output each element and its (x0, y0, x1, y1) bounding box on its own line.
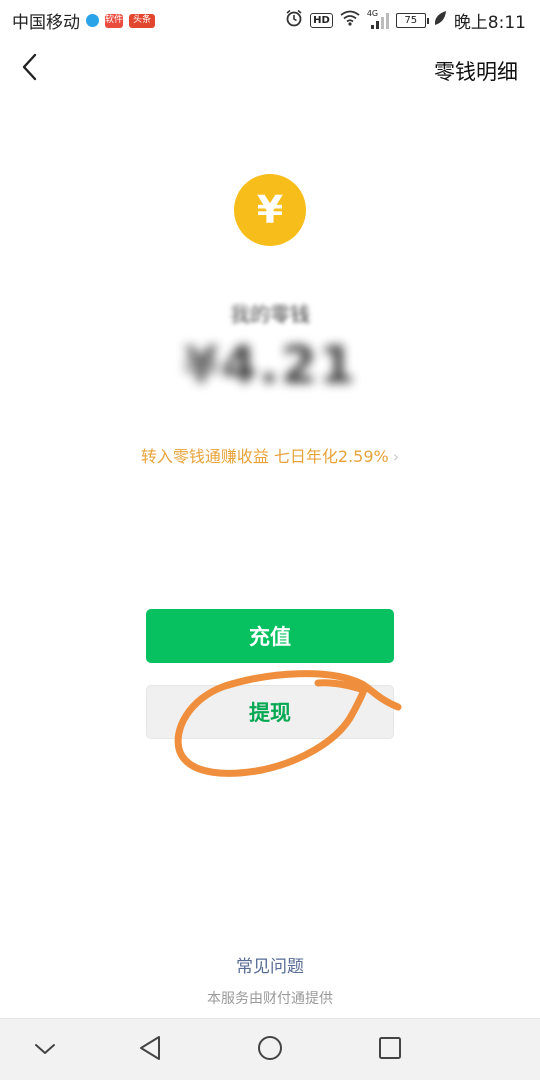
yuan-coin-icon: ¥ (234, 174, 306, 246)
carrier-name: 中国移动 (12, 13, 80, 33)
square-recents-icon (378, 1036, 402, 1064)
status-bar-right: HD 4G 75 晚上8:11 (285, 8, 526, 33)
system-nav-bar (0, 1018, 540, 1080)
battery-icon: 75 (395, 13, 429, 28)
clock-time: 晚上8:11 (453, 13, 526, 33)
nav-recents-button[interactable] (373, 1033, 407, 1067)
notification-news-badge: 头条 (129, 13, 155, 28)
hand-drawn-circle-annotation (174, 670, 402, 777)
notification-app-badge: 软件 (105, 13, 123, 28)
triangle-back-icon (138, 1035, 162, 1065)
cellular-signal-icon: 4G (367, 9, 389, 30)
recharge-button[interactable]: 充值 (146, 609, 394, 663)
circle-home-icon (257, 1035, 283, 1065)
promo-text: 转入零钱通赚收益 七日年化2.59% (140, 447, 389, 466)
withdraw-button[interactable]: 提现 (146, 685, 394, 739)
withdraw-button-label: 提现 (249, 701, 291, 725)
back-button[interactable] (14, 52, 44, 86)
nav-back-button[interactable] (133, 1033, 167, 1067)
recharge-button-label: 充值 (249, 625, 291, 649)
page-title[interactable]: 零钱明细 (434, 56, 518, 86)
balance-label: 我的零钱 (230, 302, 310, 326)
hd-badge: HD (310, 13, 333, 28)
alarm-icon (285, 9, 303, 32)
balance-amount: ¥4.21 (182, 336, 358, 396)
lingqiantong-promo-link[interactable]: 转入零钱通赚收益 七日年化2.59% › (0, 443, 540, 467)
service-provider-note: 本服务由财付通提供 (207, 991, 333, 1007)
nav-hide-button[interactable] (28, 1033, 62, 1067)
chevron-down-icon (34, 1041, 56, 1060)
nav-home-button[interactable] (253, 1033, 287, 1067)
battery-level: 75 (404, 15, 418, 26)
faq-link[interactable]: 常见问题 (0, 952, 540, 977)
status-bar-left: 中国移动 软件 头条 (12, 8, 155, 33)
status-bar: 中国移动 软件 头条 HD 4G 75 晚上8:11 (0, 0, 540, 38)
leaf-icon (433, 10, 447, 31)
coin-symbol: ¥ (256, 188, 284, 232)
chevron-right-icon: › (392, 447, 400, 466)
chevron-left-icon (21, 53, 37, 85)
wifi-icon (340, 10, 360, 31)
notification-app-icon (86, 14, 99, 27)
